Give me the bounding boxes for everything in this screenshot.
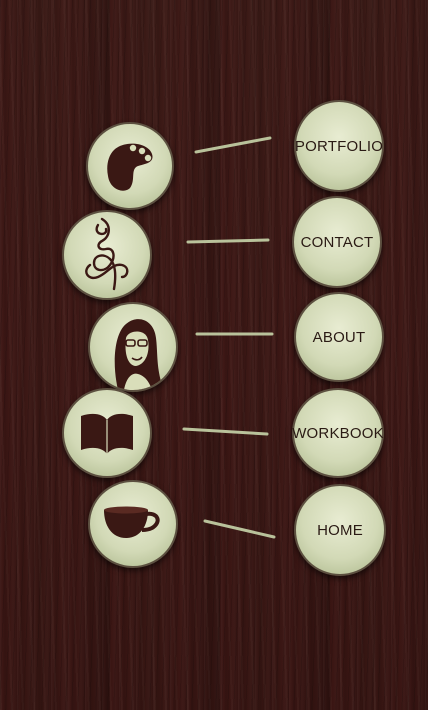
connector-line-portfolio bbox=[194, 136, 272, 154]
workbook-button[interactable]: WORKBOOK bbox=[292, 388, 384, 478]
about-button[interactable]: ABOUT bbox=[294, 292, 384, 382]
contact-button[interactable]: CONTACT bbox=[292, 196, 382, 288]
contact-label: CONTACT bbox=[300, 233, 374, 251]
teacup-icon[interactable] bbox=[88, 480, 178, 568]
workbook-label: WORKBOOK bbox=[292, 424, 384, 442]
connector-line-home bbox=[203, 519, 276, 539]
avatar-portrait-icon[interactable] bbox=[88, 302, 178, 392]
portfolio-button[interactable]: PORTFOLIO bbox=[294, 100, 384, 192]
open-book-icon[interactable] bbox=[62, 388, 152, 478]
palette-icon[interactable] bbox=[86, 122, 174, 210]
portfolio-label: PORTFOLIO bbox=[294, 137, 384, 155]
connector-line-contact bbox=[186, 238, 270, 244]
home-label: HOME bbox=[317, 521, 363, 539]
about-label: ABOUT bbox=[312, 328, 366, 346]
connector-line-workbook bbox=[182, 427, 269, 436]
home-button[interactable]: HOME bbox=[294, 484, 386, 576]
calligraphy-monogram-icon[interactable] bbox=[62, 210, 152, 300]
